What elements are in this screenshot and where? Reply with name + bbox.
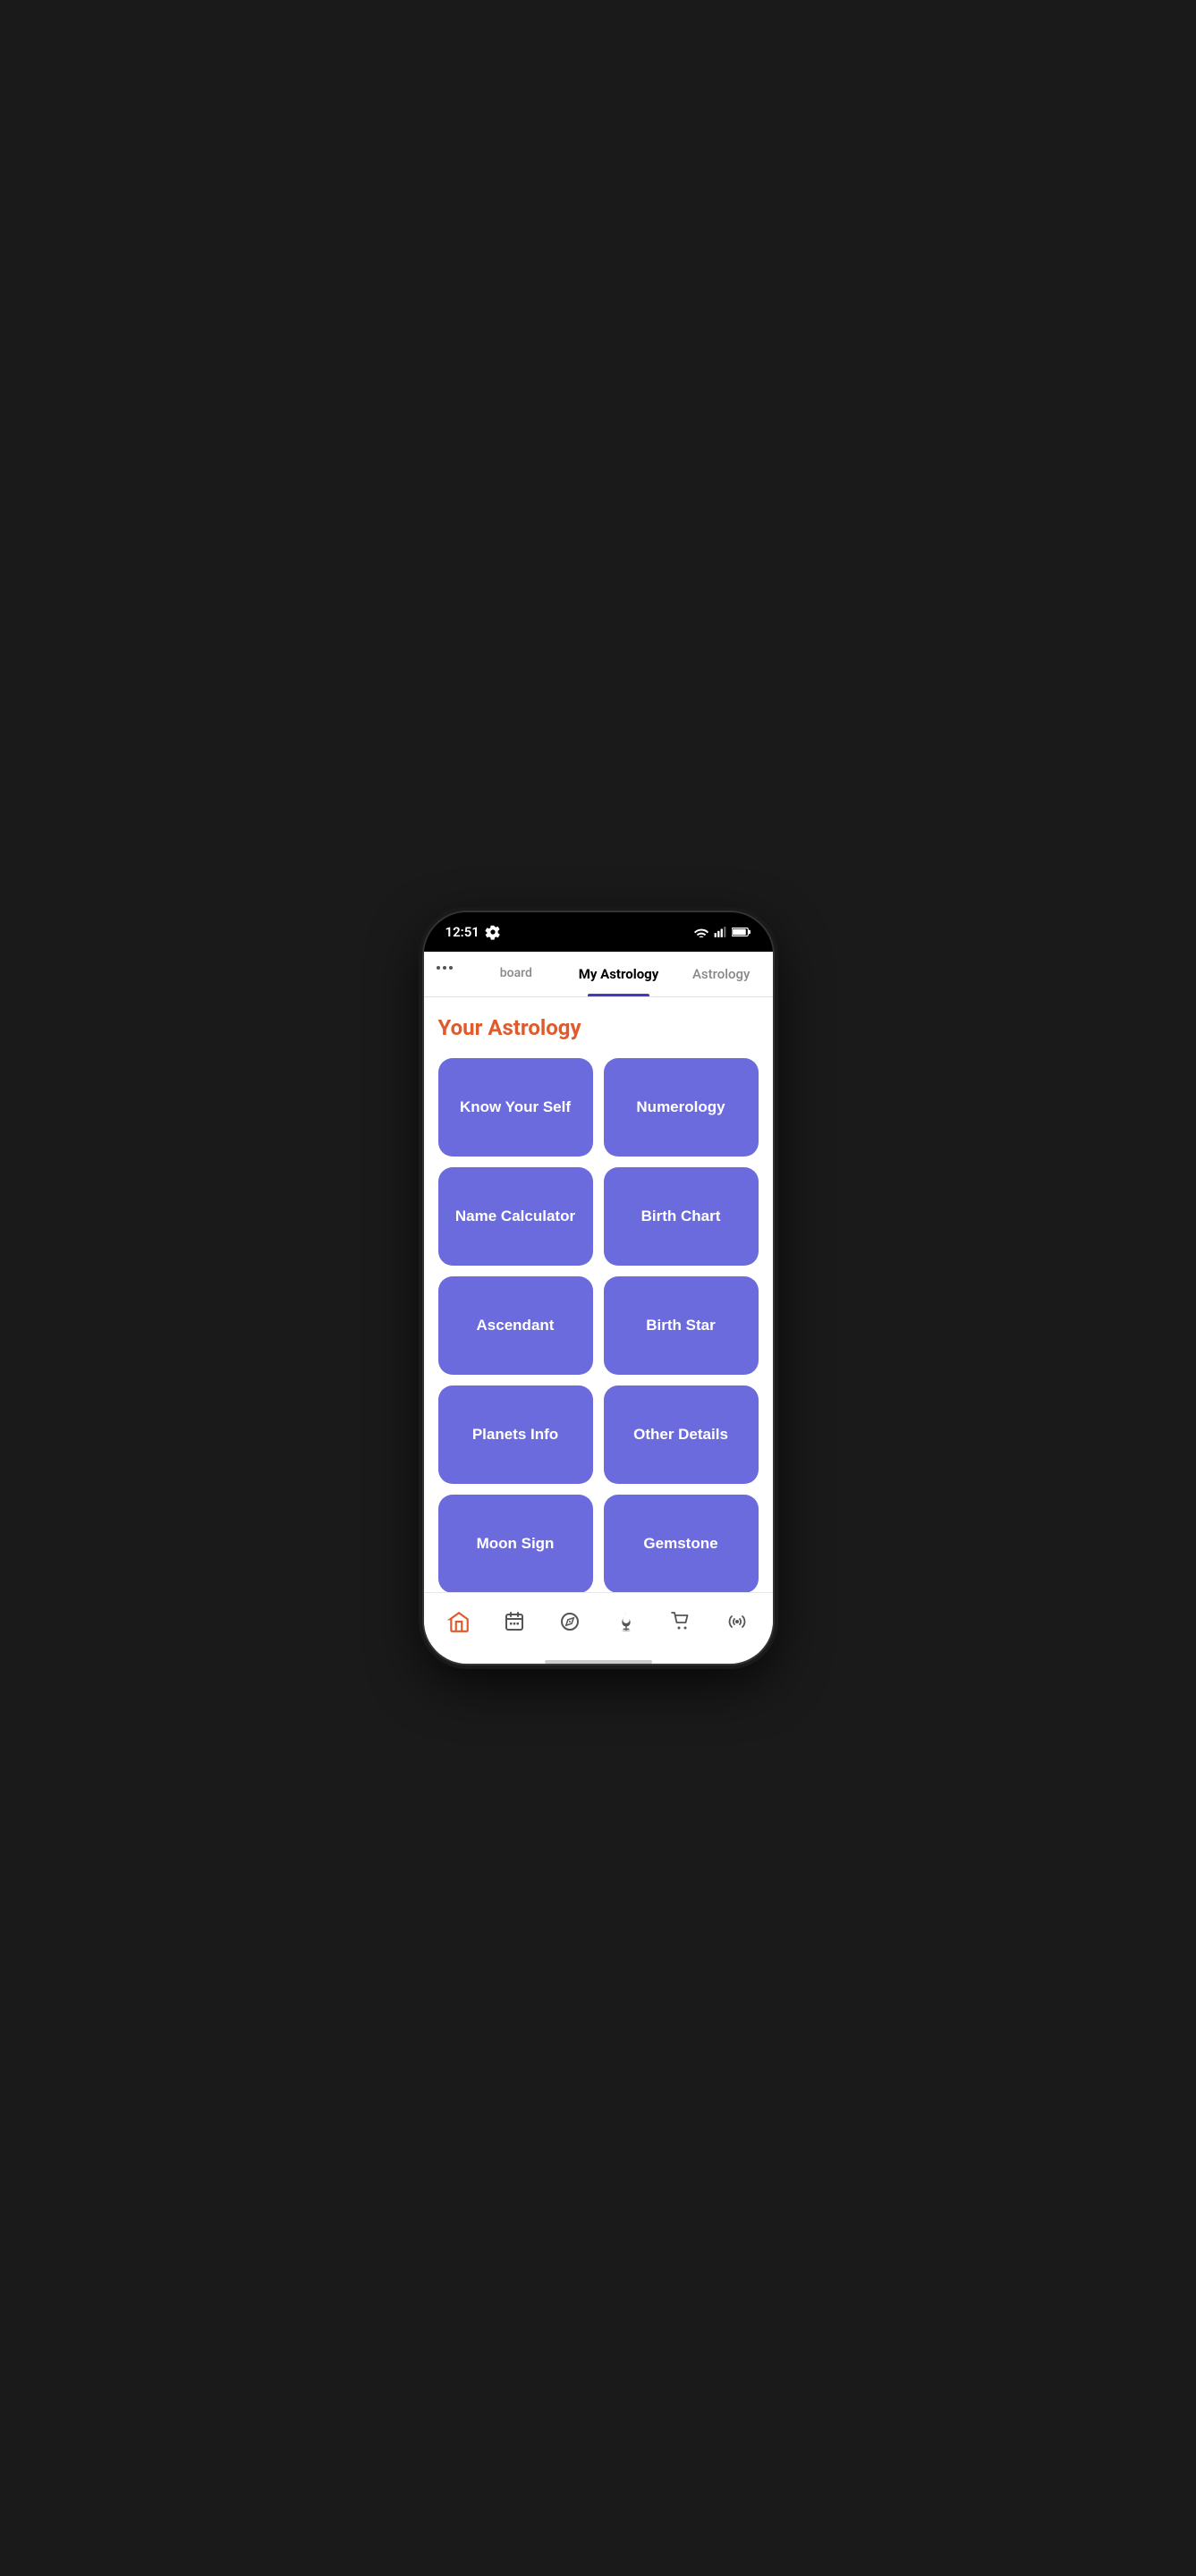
more-tab[interactable]	[424, 952, 465, 996]
phone-frame: 12:51	[424, 912, 773, 1664]
settings-icon	[485, 924, 501, 940]
birth-star-button[interactable]: Birth Star	[604, 1276, 759, 1375]
bottom-wrapper	[424, 1592, 773, 1664]
signal-icon	[714, 926, 726, 938]
nav-broadcast[interactable]	[714, 1598, 760, 1645]
name-calculator-button[interactable]: Name Calculator	[438, 1167, 593, 1266]
screen: board My Astrology Astrology Your Astrol…	[424, 952, 773, 1664]
nav-calendar[interactable]	[491, 1598, 538, 1645]
wifi-icon	[694, 927, 708, 937]
bottom-nav	[424, 1592, 773, 1657]
page-title: Your Astrology	[438, 1015, 759, 1040]
other-details-button[interactable]: Other Details	[604, 1385, 759, 1484]
fire-icon	[615, 1610, 638, 1633]
calendar-icon	[503, 1610, 526, 1633]
compass-icon	[558, 1610, 581, 1633]
home-icon	[447, 1610, 471, 1633]
numerology-button[interactable]: Numerology	[604, 1058, 759, 1157]
nav-cart[interactable]	[658, 1598, 705, 1645]
title-highlight: Astrology	[488, 1015, 581, 1040]
astrology-grid: Know Your Self Numerology Name Calculato…	[438, 1058, 759, 1592]
nav-compass[interactable]	[547, 1598, 593, 1645]
ascendant-button[interactable]: Ascendant	[438, 1276, 593, 1375]
time-display: 12:51	[445, 924, 479, 940]
tab-bar: board My Astrology Astrology	[424, 952, 773, 997]
home-indicator	[545, 1660, 652, 1664]
cart-icon	[670, 1610, 693, 1633]
status-time: 12:51	[445, 924, 501, 940]
nav-home[interactable]	[436, 1598, 482, 1645]
tab-astrology[interactable]: Astrology	[670, 952, 773, 996]
status-icons	[694, 926, 751, 938]
birth-chart-button[interactable]: Birth Chart	[604, 1167, 759, 1266]
broadcast-icon	[725, 1610, 749, 1633]
content-area: Your Astrology Know Your Self Numerology…	[424, 997, 773, 1592]
nav-fire[interactable]	[603, 1598, 649, 1645]
tab-board[interactable]: board	[465, 952, 568, 996]
gemstone-button[interactable]: Gemstone	[604, 1495, 759, 1592]
know-your-self-button[interactable]: Know Your Self	[438, 1058, 593, 1157]
notch	[545, 919, 652, 945]
battery-icon	[732, 927, 751, 937]
moon-sign-button[interactable]: Moon Sign	[438, 1495, 593, 1592]
tab-my-astrology[interactable]: My Astrology	[567, 952, 670, 996]
planets-info-button[interactable]: Planets Info	[438, 1385, 593, 1484]
